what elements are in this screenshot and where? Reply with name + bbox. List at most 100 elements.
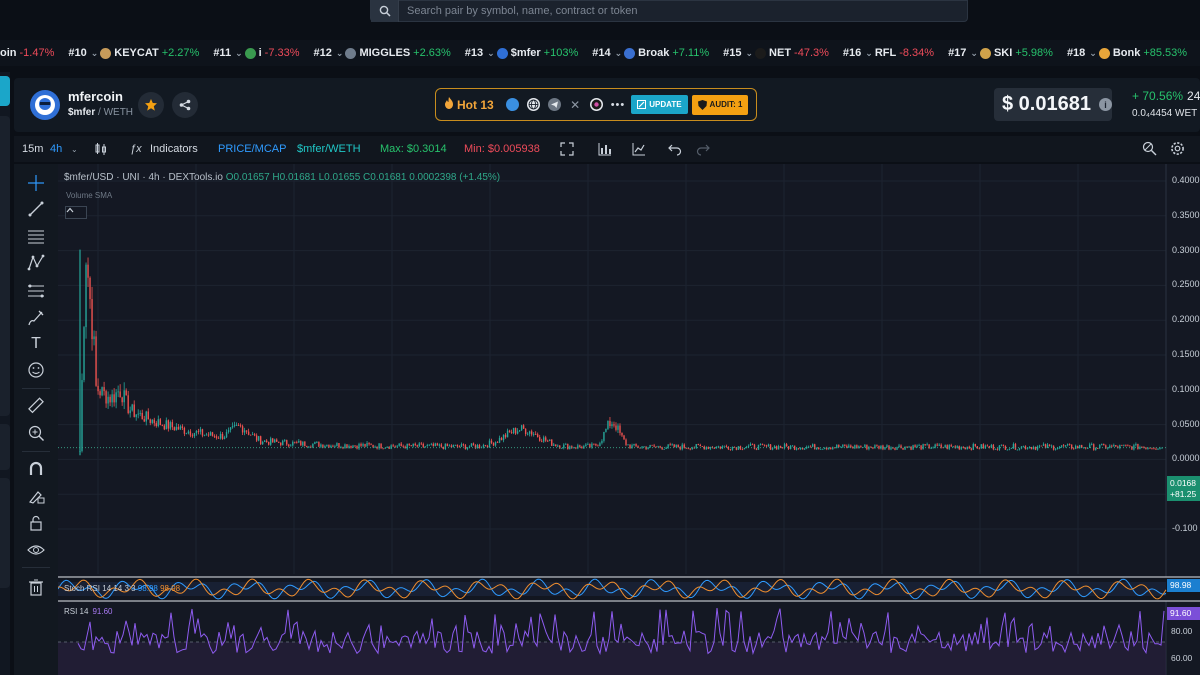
trend-line-icon[interactable] [25, 198, 47, 220]
lock-drawings-icon[interactable] [25, 485, 47, 507]
trash-icon[interactable] [25, 576, 47, 598]
lock-icon[interactable] [25, 512, 47, 534]
candle-body [803, 448, 806, 450]
globe-icon[interactable] [526, 98, 540, 111]
timeframe-4h[interactable]: 4h [50, 143, 62, 155]
candle-body [890, 447, 892, 450]
candle-body [438, 444, 441, 446]
share-button[interactable] [172, 92, 198, 118]
info-icon[interactable]: i [1098, 98, 1112, 111]
search-input[interactable] [399, 5, 967, 17]
line-chart-icon[interactable] [632, 142, 646, 156]
collapse-indicators-button[interactable] [65, 206, 87, 219]
website-logo-icon[interactable] [505, 98, 519, 111]
candle-body [683, 444, 685, 448]
candle-body [1097, 447, 1099, 449]
candle-body [1068, 444, 1071, 445]
ticker-item[interactable]: #15 ⌄ NET -47.3% [723, 47, 829, 59]
candle-body [436, 443, 439, 446]
undo-icon[interactable] [668, 142, 682, 156]
timeframe-15m[interactable]: 15m [22, 143, 43, 155]
chart-canvas[interactable] [58, 164, 1200, 675]
audit-button[interactable]: AUDIT: 1 [691, 94, 749, 115]
redo-icon[interactable] [696, 142, 710, 156]
candle-body [898, 445, 900, 448]
candle-body [1155, 448, 1157, 450]
search-icon[interactable] [371, 0, 399, 22]
rsi-label: RSI 14 91.60 [64, 607, 113, 616]
ruler-icon[interactable] [25, 395, 47, 417]
current-price: $ 0.01681 [1002, 93, 1091, 115]
hot-rank[interactable]: Hot 13 [444, 97, 494, 112]
ticker-item[interactable]: #10 ⌄ KEYCAT +2.27% [68, 47, 199, 59]
ticker-rank: #15 [723, 47, 742, 59]
search-bar[interactable] [370, 0, 968, 22]
candle-body [972, 444, 974, 450]
candles-icon[interactable] [94, 142, 108, 156]
candle-body [127, 395, 129, 414]
indicators-icon[interactable]: ƒx [130, 143, 142, 155]
ticker-item[interactable]: #18 ⌄ Bonk +85.53% [1067, 47, 1187, 59]
rsi-band [58, 642, 1166, 675]
candle-body [589, 444, 591, 448]
candle-body [195, 430, 198, 434]
candle-body [105, 391, 107, 404]
ticker-item[interactable]: #12 ⌄ MIGGLES +2.63% [314, 47, 451, 59]
chevron-down-icon[interactable]: ⌄ [71, 145, 78, 154]
magnet-icon[interactable] [25, 458, 47, 480]
candle-body [1091, 444, 1093, 446]
candle-body [245, 430, 248, 432]
x-twitter-icon[interactable]: ✕ [569, 98, 582, 112]
ticker-item[interactable]: #17 ⌄ SKI +5.98% [948, 47, 1053, 59]
zoom-search-icon[interactable] [1142, 141, 1157, 156]
pair-name: $mfer / WETH [68, 107, 134, 118]
candle-body [418, 443, 420, 447]
price-mcap-toggle[interactable]: PRICE/MCAP [218, 143, 286, 155]
favorite-button[interactable] [138, 92, 164, 118]
candle-body [677, 444, 679, 448]
ticker-item[interactable]: #16 ⌄ RFL -8.34% [843, 47, 934, 59]
ticker-item[interactable]: #14 ⌄ Broak +7.11% [592, 47, 709, 59]
candle-body [185, 433, 188, 435]
candle-body [231, 426, 234, 428]
exchange-logo-icon[interactable] [589, 98, 603, 111]
brush-icon[interactable] [25, 307, 47, 329]
ticker-change: +5.98% [1015, 47, 1053, 59]
crosshair-icon[interactable] [25, 172, 47, 194]
pair-toggle[interactable]: $mfer/WETH [297, 143, 361, 155]
candle-body [89, 277, 91, 300]
chevron-down-icon: ⌄ [90, 47, 99, 58]
candle-body [336, 443, 338, 447]
eye-icon[interactable] [25, 539, 47, 561]
emoji-icon[interactable] [25, 359, 47, 381]
candle-body [255, 435, 258, 441]
gear-icon[interactable] [1170, 141, 1185, 156]
fullscreen-icon[interactable] [560, 142, 574, 156]
price-axis[interactable]: 0.4000 0.3500 0.3000 0.2500 0.2000 0.1500 0.10… [1168, 164, 1200, 579]
indicators-button[interactable]: Indicators [150, 143, 198, 155]
candle-body [555, 444, 557, 447]
top-bar [0, 0, 1200, 34]
candle-body [922, 444, 924, 450]
ticker-item[interactable]: #13 ⌄ $mfer +103% [465, 47, 578, 59]
pattern-icon[interactable] [25, 252, 47, 274]
update-button[interactable]: UPDATE [631, 95, 688, 114]
zoom-in-icon[interactable] [25, 422, 47, 444]
ticker-item[interactable]: oin -1.47% [0, 47, 54, 59]
fib-tool-icon[interactable] [25, 280, 47, 302]
horizontal-lines-icon[interactable] [25, 225, 47, 247]
candle-body [81, 380, 83, 452]
ticker-item[interactable]: #11 ⌄ i -7.33% [213, 47, 299, 59]
price-chart[interactable]: $mfer/USD · UNI · 4h · DEXTools.io O0.01… [58, 164, 1200, 675]
candle-body [597, 445, 599, 447]
text-tool-icon[interactable]: T [25, 333, 47, 355]
candle-body [595, 443, 597, 446]
candle-body [111, 394, 113, 403]
candle-body [569, 446, 571, 450]
candle-body [1010, 448, 1013, 449]
bar-chart-icon[interactable] [598, 142, 612, 156]
more-icon[interactable]: ••• [611, 99, 626, 111]
telegram-icon[interactable] [547, 98, 561, 111]
left-panel-tab[interactable] [0, 76, 10, 106]
candle-body [713, 447, 716, 449]
